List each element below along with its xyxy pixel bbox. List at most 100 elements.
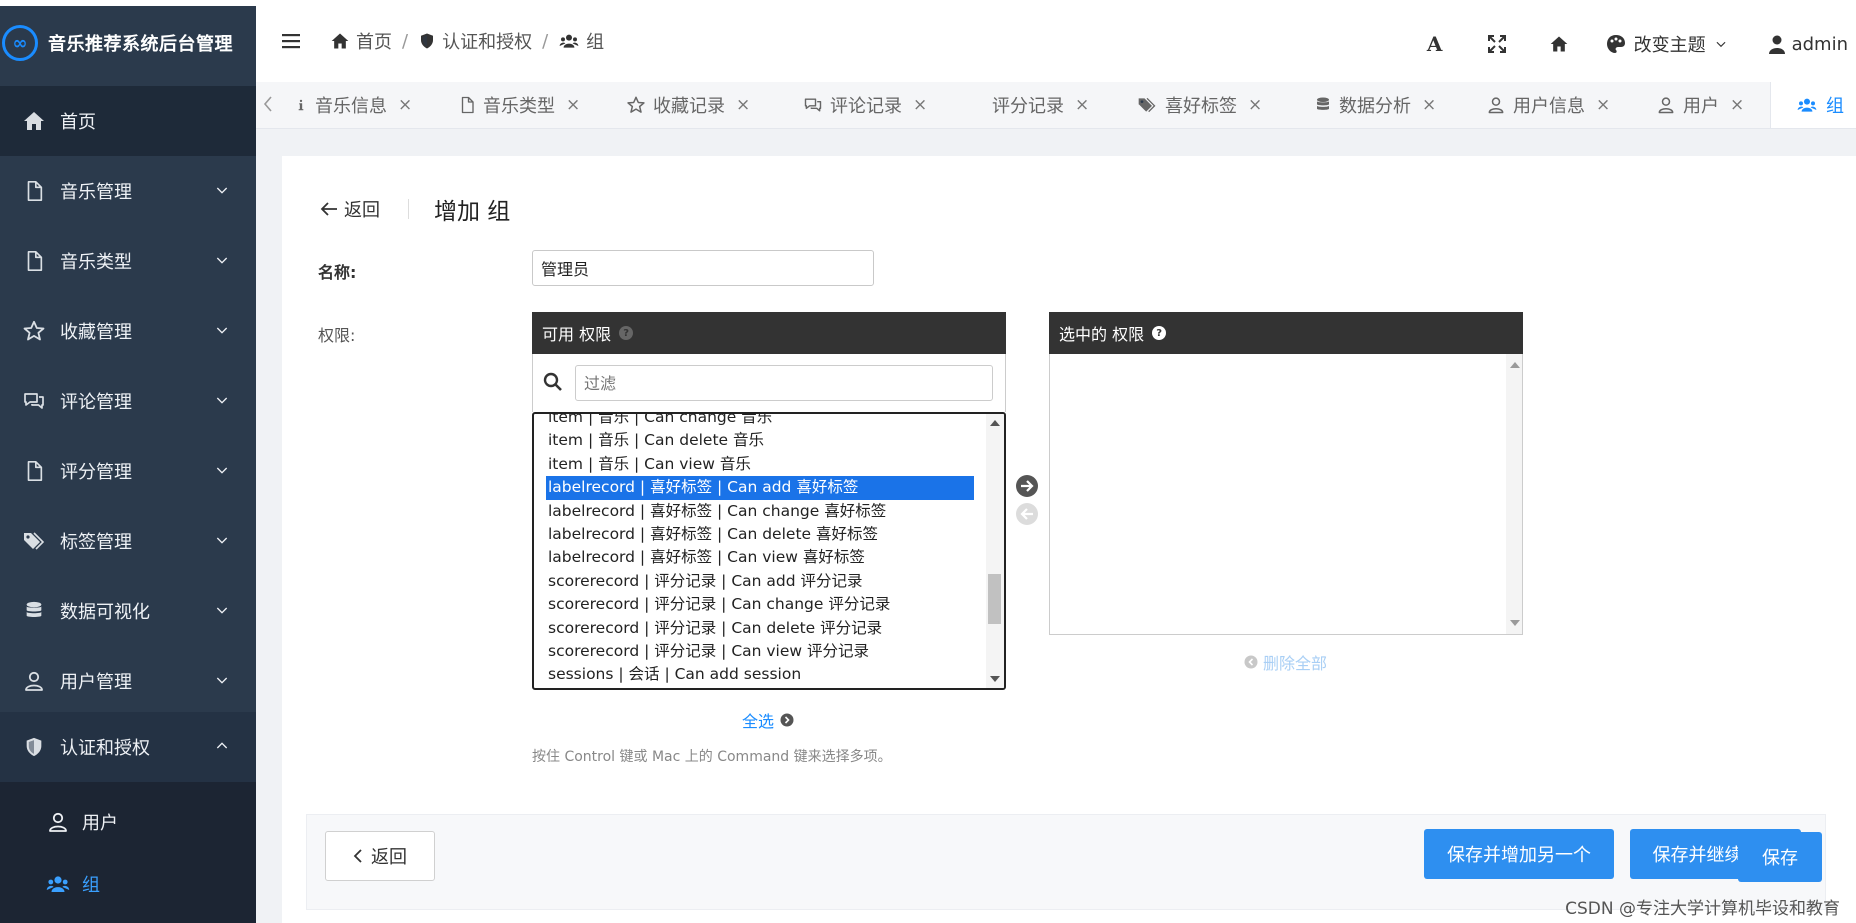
- tab-users[interactable]: 用户 ×: [1656, 82, 1744, 128]
- permissions-label: 权限:: [318, 326, 356, 345]
- sidebar-item-data-visualization[interactable]: 数据可视化: [0, 576, 256, 646]
- comments-icon: [20, 389, 48, 413]
- close-icon[interactable]: ×: [1422, 95, 1436, 115]
- breadcrumb-label: 首页: [356, 32, 392, 53]
- user-name: admin: [1791, 33, 1848, 55]
- sidebar-subitem-label: 组: [82, 875, 100, 896]
- permission-options: item | 音乐 | Can change 音乐 item | 音乐 | Can…: [534, 414, 974, 688]
- permission-option[interactable]: scorerecord | 评分记录 | Can delete 评分记录: [534, 617, 974, 640]
- add-selected-button[interactable]: [1016, 475, 1038, 497]
- tabs-scroll-left-icon[interactable]: [262, 94, 274, 114]
- breadcrumb-home[interactable]: 首页: [330, 28, 392, 54]
- close-icon[interactable]: ×: [913, 95, 927, 115]
- chosen-permissions-list[interactable]: [1049, 354, 1523, 635]
- sidebar-item-ratings[interactable]: 评分管理: [0, 436, 256, 506]
- close-icon[interactable]: ×: [398, 95, 412, 115]
- sidebar-item-music-management[interactable]: 音乐管理: [0, 156, 256, 226]
- chosen-permissions-box: 选中的 权限 ?: [1049, 312, 1523, 635]
- tab-music-type[interactable]: 音乐类型 ×: [458, 82, 580, 128]
- list-scrollbar[interactable]: [1506, 354, 1522, 634]
- tab-user-info[interactable]: 用户信息 ×: [1486, 82, 1610, 128]
- close-icon[interactable]: ×: [1596, 95, 1610, 115]
- help-icon[interactable]: ?: [1152, 326, 1167, 340]
- comments-icon: [803, 95, 823, 115]
- back-link[interactable]: 返回: [320, 196, 380, 222]
- theme-switcher[interactable]: 改变主题: [1606, 31, 1728, 57]
- sidebar-subitem-users[interactable]: 用户: [0, 794, 256, 850]
- permission-option[interactable]: labelrecord | 喜好标签 | Can delete 喜好标签: [534, 523, 974, 546]
- choose-all-link[interactable]: 全选: [742, 708, 794, 732]
- brand[interactable]: ∞ 音乐推荐系统后台管理: [0, 6, 256, 80]
- permission-option[interactable]: item | 音乐 | Can change 音乐: [534, 414, 974, 429]
- sidebar-item-auth[interactable]: 认证和授权: [0, 712, 256, 782]
- permission-option[interactable]: item | 音乐 | Can delete 音乐: [534, 429, 974, 452]
- file-icon: [20, 460, 48, 482]
- home-button[interactable]: [1528, 6, 1590, 82]
- breadcrumb-separator: /: [402, 30, 409, 52]
- back-button[interactable]: 返回: [325, 831, 435, 881]
- tab-music-info[interactable]: 音乐信息 ×: [294, 82, 412, 128]
- tab-label: 评论记录: [830, 96, 902, 117]
- help-icon[interactable]: ?: [619, 326, 634, 340]
- permission-option[interactable]: sessions | 会话 | Can change session: [534, 687, 974, 688]
- page-title: 增加 组: [434, 199, 511, 225]
- permission-option[interactable]: labelrecord | 喜好标签 | Can view 喜好标签: [534, 546, 974, 569]
- breadcrumb-auth[interactable]: 认证和授权: [418, 28, 532, 54]
- close-icon[interactable]: ×: [1075, 95, 1089, 115]
- tab-tags[interactable]: 喜好标签 ×: [1136, 82, 1262, 128]
- permission-option[interactable]: scorerecord | 评分记录 | Can view 评分记录: [534, 640, 974, 663]
- chevron-down-icon: [214, 252, 230, 268]
- tab-data-analysis[interactable]: 数据分析 ×: [1314, 82, 1436, 128]
- save-and-add-another-button[interactable]: 保存并增加另一个: [1424, 829, 1614, 879]
- available-permissions-title: 可用 权限: [542, 325, 612, 344]
- remove-selected-button[interactable]: [1016, 503, 1038, 525]
- chevron-down-icon: [214, 392, 230, 408]
- close-icon[interactable]: ×: [566, 95, 580, 115]
- tab-ratings[interactable]: 评分记录 ×: [992, 82, 1089, 128]
- permission-option[interactable]: sessions | 会话 | Can add session: [534, 663, 974, 686]
- scroll-up-arrow-icon[interactable]: [1510, 362, 1520, 368]
- brand-logo-icon: ∞: [2, 25, 38, 61]
- close-icon[interactable]: ×: [1730, 95, 1744, 115]
- menu-toggle-icon[interactable]: [282, 32, 300, 50]
- sidebar-item-home[interactable]: 首页: [0, 86, 256, 156]
- sidebar-item-user-management[interactable]: 用户管理: [0, 646, 256, 716]
- permission-option[interactable]: item | 音乐 | Can view 音乐: [534, 453, 974, 476]
- tab-favorites[interactable]: 收藏记录 ×: [626, 82, 750, 128]
- permission-option[interactable]: labelrecord | 喜好标签 | Can change 喜好标签: [534, 500, 974, 523]
- sidebar-item-favorites[interactable]: 收藏管理: [0, 296, 256, 366]
- expand-icon: [1487, 35, 1506, 53]
- tab-comments[interactable]: 评论记录 ×: [803, 82, 927, 128]
- tab-groups[interactable]: 组: [1770, 82, 1856, 128]
- sidebar-subitem-groups[interactable]: 组: [0, 856, 256, 912]
- font-size-button[interactable]: A: [1404, 6, 1466, 82]
- theme-label: 改变主题: [1633, 35, 1706, 56]
- back-link-label: 返回: [344, 200, 380, 221]
- chosen-permissions-header: 选中的 权限 ?: [1049, 312, 1523, 354]
- sidebar-item-music-type[interactable]: 音乐类型: [0, 226, 256, 296]
- permission-option[interactable]: scorerecord | 评分记录 | Can change 评分记录: [534, 593, 974, 616]
- tags-icon: [20, 529, 48, 553]
- list-scrollbar[interactable]: [986, 414, 1004, 688]
- chevron-down-icon: [1714, 37, 1728, 51]
- permission-option[interactable]: scorerecord | 评分记录 | Can add 评分记录: [534, 570, 974, 593]
- close-icon[interactable]: ×: [1248, 95, 1262, 115]
- save-button[interactable]: 保存: [1738, 832, 1822, 882]
- permission-option-selected[interactable]: labelrecord | 喜好标签 | Can add 喜好标签: [546, 476, 974, 500]
- scrollbar-thumb[interactable]: [988, 574, 1001, 624]
- sidebar-item-label: 认证和授权: [60, 738, 150, 759]
- sidebar-item-tags[interactable]: 标签管理: [0, 506, 256, 576]
- scroll-down-arrow-icon[interactable]: [1510, 620, 1520, 626]
- scroll-down-arrow-icon[interactable]: [990, 676, 1000, 682]
- scroll-up-arrow-icon[interactable]: [990, 420, 1000, 426]
- remove-all-link[interactable]: 删除全部: [1244, 650, 1327, 674]
- available-permissions-list[interactable]: item | 音乐 | Can change 音乐 item | 音乐 | Can…: [532, 412, 1006, 690]
- name-field[interactable]: [532, 250, 874, 286]
- close-icon[interactable]: ×: [736, 95, 750, 115]
- sidebar-item-comments[interactable]: 评论管理: [0, 366, 256, 436]
- font-icon: A: [1426, 32, 1443, 56]
- filter-input[interactable]: [575, 365, 993, 401]
- tab-bar: 音乐信息 × 音乐类型 × 收藏记录 × 评论记录 × 评分记录 × 喜好标签 …: [256, 82, 1856, 129]
- user-menu[interactable]: admin: [1768, 34, 1848, 55]
- fullscreen-button[interactable]: [1466, 6, 1528, 82]
